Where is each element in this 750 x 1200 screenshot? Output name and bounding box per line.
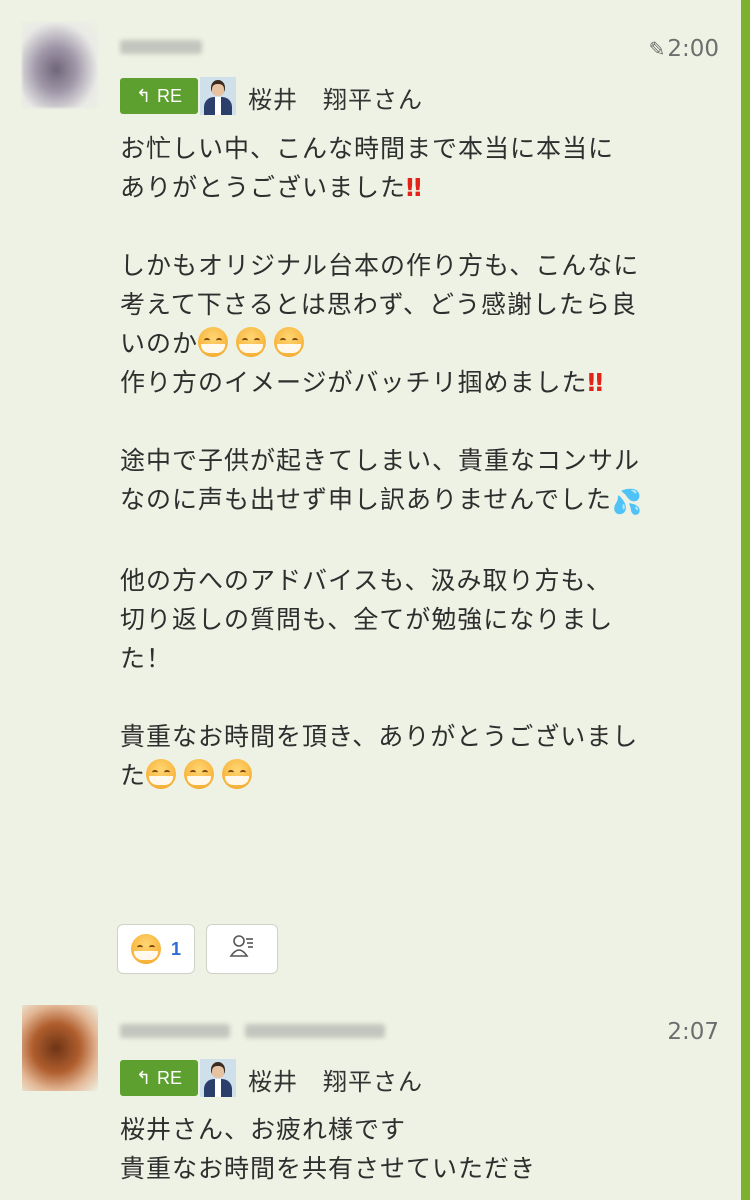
- message-line: ありがとうございました: [120, 173, 407, 202]
- reply-target-name: 桜井 翔平さん: [248, 86, 423, 114]
- message-line: しかもオリジナル台本の作り方も、こんなに: [120, 251, 640, 280]
- message-line: 桜井さん、お疲れ様です: [120, 1115, 407, 1144]
- message-line: 途中で子供が起きてしまい、貴重なコンサル: [120, 446, 641, 475]
- message-line: 貴重なお時間を共有させていただき: [120, 1154, 537, 1183]
- reply-arrow-icon: ↰: [135, 85, 152, 106]
- user-list-icon: [229, 933, 255, 965]
- sender-name-blurred: [120, 40, 202, 54]
- message-line: [120, 522, 720, 561]
- pencil-icon: ✎: [648, 37, 666, 61]
- double-exclamation-emoji: ‼: [587, 368, 605, 397]
- reply-badge[interactable]: ↰ RE: [120, 78, 198, 114]
- message-line: [120, 678, 720, 717]
- reply-target-avatar: [200, 77, 236, 115]
- message-line: なのに声も出せず申し訳ありませんでした: [120, 485, 613, 514]
- message-line: 貴重なお時間を頂き、ありがとうございまし: [120, 722, 639, 751]
- reply-target-avatar: [200, 1059, 236, 1097]
- sweat-drops-emoji: 💦: [612, 488, 643, 516]
- double-exclamation-emoji: ‼: [406, 173, 423, 202]
- message-body: 桜井さん、お疲れ様です 貴重なお時間を共有させていただき: [120, 1110, 720, 1188]
- sleepy-face-emoji: [274, 327, 305, 357]
- message-line: いのか: [120, 329, 199, 358]
- sender-name-blurred: [120, 1024, 230, 1038]
- message-line: 他の方へのアドバイスも、汲み取り方も、: [120, 566, 612, 595]
- message-line: 考えて下さるとは思わず、どう感謝したら良: [120, 290, 638, 319]
- message-line: お忙しい中、こんな時間まで本当に本当に: [120, 134, 615, 163]
- message-line: [120, 207, 720, 246]
- message-line: た！: [120, 644, 173, 673]
- reaction-button[interactable]: 1: [117, 924, 195, 974]
- message-body: お忙しい中、こんな時間まで本当に本当に ありがとうございました‼ しかもオリジナ…: [120, 129, 720, 795]
- message-line: た: [120, 761, 147, 790]
- sleepy-face-emoji: [130, 934, 161, 964]
- sleepy-face-emoji: [198, 327, 229, 357]
- reply-arrow-icon: ↰: [135, 1067, 152, 1088]
- avatar[interactable]: [22, 22, 98, 108]
- reaction-count: 1: [170, 938, 181, 959]
- sleepy-face-emoji: [222, 759, 253, 789]
- sleepy-face-emoji: [184, 759, 215, 789]
- message-time: 2:07: [667, 1019, 719, 1045]
- read-users-button[interactable]: [206, 924, 278, 974]
- sleepy-face-emoji: [236, 327, 267, 357]
- message-time: ✎2:00: [648, 36, 719, 62]
- reply-target-name: 桜井 翔平さん: [248, 1068, 423, 1096]
- message-line: 作り方のイメージがバッチリ掴めました: [120, 368, 588, 397]
- thread-scroll-indicator: [741, 0, 750, 1200]
- sleepy-face-emoji: [146, 759, 177, 789]
- sender-name-blurred: [245, 1024, 385, 1038]
- reply-badge[interactable]: ↰ RE: [120, 1060, 198, 1096]
- avatar[interactable]: [22, 1005, 98, 1091]
- message-line: 切り返しの質問も、全てが勉強になりまし: [120, 605, 614, 634]
- message-line: [120, 402, 720, 441]
